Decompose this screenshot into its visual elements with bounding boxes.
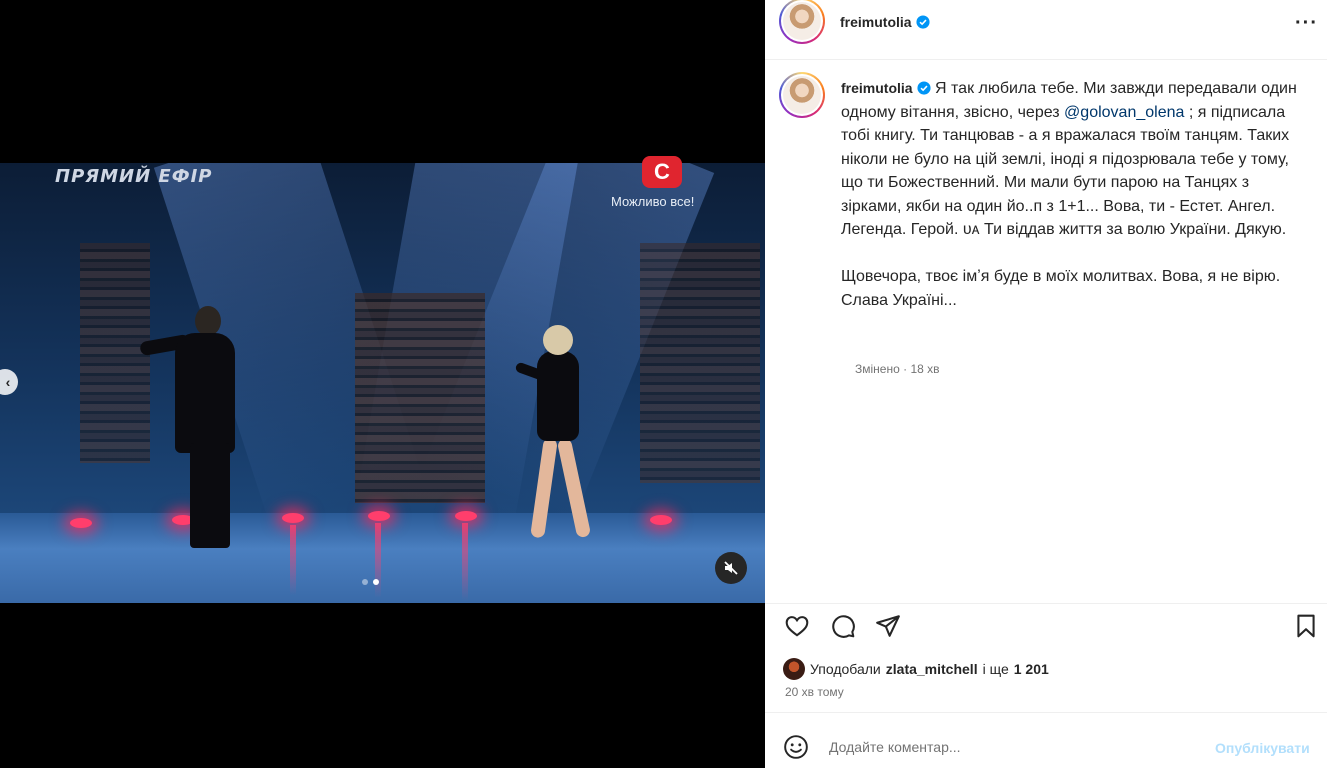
muted-speaker-icon xyxy=(724,561,738,575)
comment-icon[interactable] xyxy=(830,613,856,639)
emoji-icon[interactable] xyxy=(783,734,809,760)
verified-badge-icon xyxy=(916,15,930,29)
like-heart-icon[interactable] xyxy=(784,613,810,639)
liker-username[interactable]: zlata_mitchell xyxy=(886,661,978,677)
bookshelf xyxy=(640,243,760,483)
caption-mention-link[interactable]: @golovan_olena xyxy=(1064,104,1184,121)
carousel-dot xyxy=(362,579,368,585)
more-options-button[interactable]: ··· xyxy=(1295,12,1318,35)
likes-middle: і ще xyxy=(982,661,1009,677)
media-pane: ПРЯМИЙ ЕФІР С Можливо все! ‹ xyxy=(0,0,765,768)
author-username[interactable]: freimutolia xyxy=(840,14,912,30)
channel-slogan: Можливо все! xyxy=(611,194,695,209)
chevron-left-icon: ‹ xyxy=(5,374,11,390)
verified-badge-icon xyxy=(917,81,931,95)
caption-username[interactable]: freimutolia xyxy=(841,80,913,96)
caption-text: freimutolia Я так любила тебе. Ми завжди… xyxy=(841,77,1303,312)
likes-summary: Уподобали zlata_mitchell і ще 1 201 xyxy=(783,658,1049,680)
carousel-indicator xyxy=(362,579,379,585)
author-username-row: freimutolia xyxy=(840,14,930,30)
bookshelf xyxy=(80,243,150,463)
carousel-dot-active xyxy=(373,579,379,585)
channel-logo: С xyxy=(642,156,682,188)
post-header: freimutolia ··· xyxy=(765,0,1327,60)
liker-avatar[interactable] xyxy=(783,658,805,680)
unmute-button[interactable] xyxy=(715,552,747,584)
more-dots-icon: ··· xyxy=(1295,12,1318,34)
comment-input[interactable] xyxy=(829,736,1209,758)
caption-body-part2: ; я підписала тобі книгу. Ти танцював - … xyxy=(841,103,1290,239)
likes-count[interactable]: 1 201 xyxy=(1014,661,1049,677)
edited-label: Змінено xyxy=(855,362,900,376)
likes-prefix: Уподобали xyxy=(810,661,881,677)
post-timestamp[interactable]: 20 хв тому xyxy=(785,685,844,699)
author-avatar[interactable] xyxy=(779,0,825,44)
edited-time[interactable]: 18 хв xyxy=(910,362,939,376)
post-sidebar: freimutolia ··· freimutolia Я так любила… xyxy=(765,0,1327,768)
divider xyxy=(765,603,1327,604)
post-video[interactable] xyxy=(0,163,765,603)
caption-edited-meta: Змінено · 18 хв xyxy=(855,362,940,376)
caption-author-avatar[interactable] xyxy=(779,72,825,118)
publish-comment-button[interactable]: Опублікувати xyxy=(1215,740,1310,756)
bookshelf xyxy=(355,293,485,503)
stage-floor xyxy=(0,513,765,603)
share-paper-plane-icon[interactable] xyxy=(875,613,901,639)
save-bookmark-icon[interactable] xyxy=(1293,613,1319,639)
caption-body-paragraph2: Щовечора, твоє імʼя буде в моїх молитвах… xyxy=(841,268,1281,309)
live-broadcast-label: ПРЯМИЙ ЕФІР xyxy=(55,166,213,187)
divider xyxy=(765,712,1327,713)
